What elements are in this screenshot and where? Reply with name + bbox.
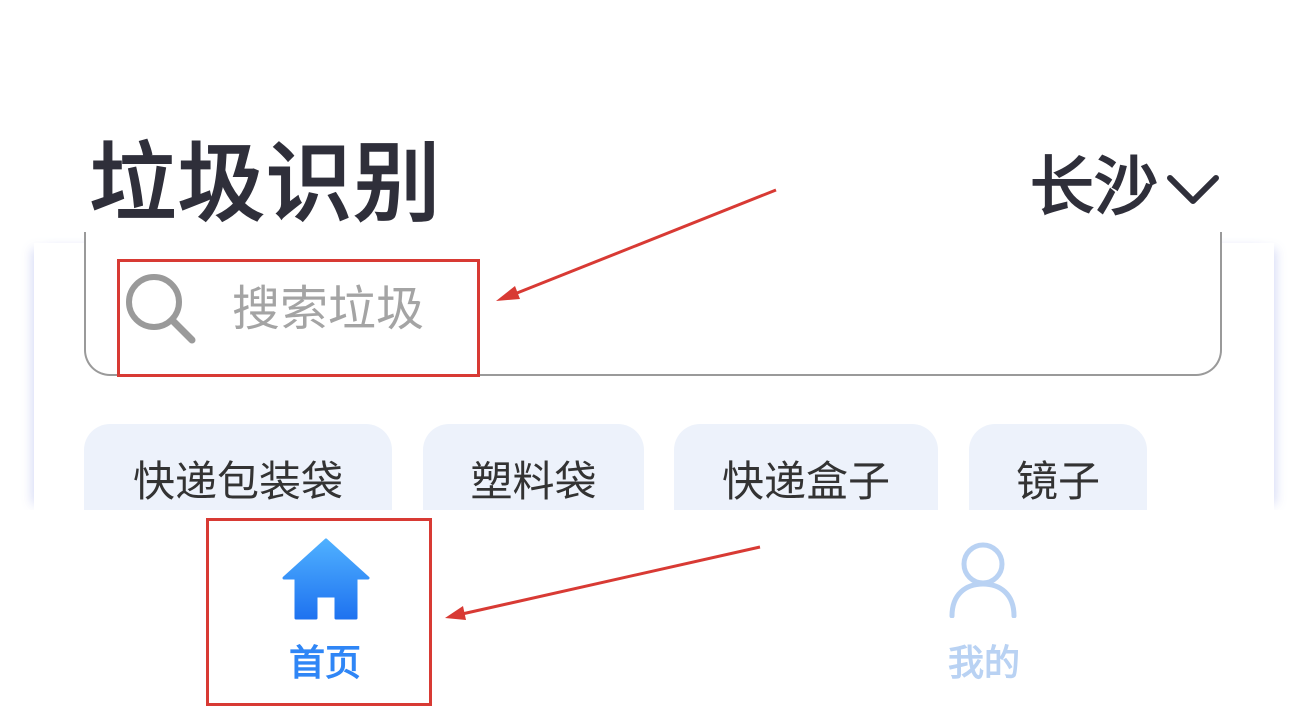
chevron-down-icon [1167,175,1219,204]
nav-label-profile: 我的 [948,643,1021,684]
home-icon [282,538,370,620]
quick-tag-chip[interactable]: 塑料袋 [423,424,644,510]
search-placeholder: 搜索垃圾 [232,281,425,337]
quick-tag-chip[interactable]: 镜子 [969,424,1147,510]
search-icon [126,274,196,344]
city-selector[interactable]: 长沙 [1030,150,1222,226]
quick-tag-chip[interactable]: 快递包装袋 [84,424,392,510]
nav-label-home: 首页 [289,643,362,684]
city-label: 长沙 [1030,151,1158,225]
quick-tag-chip[interactable]: 快递盒子 [674,424,938,510]
bottom-nav [0,510,1312,715]
profile-icon [949,542,1017,618]
page-title: 垃圾识别 [90,134,442,234]
